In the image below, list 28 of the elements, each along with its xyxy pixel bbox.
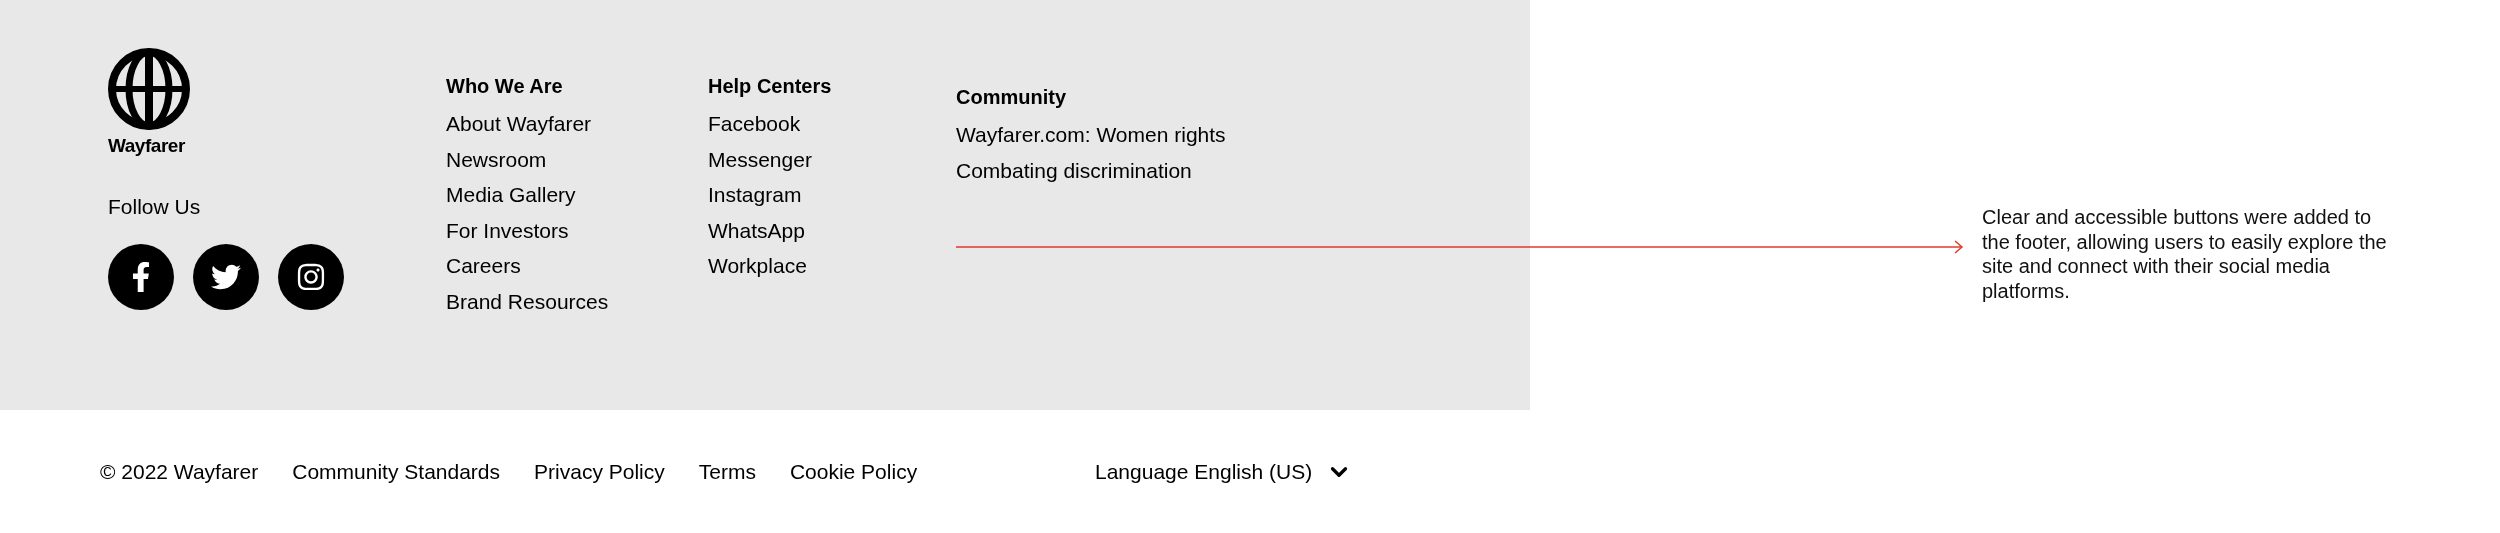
footer-link[interactable]: Newsroom bbox=[446, 141, 547, 178]
column-heading: Who We Are bbox=[446, 74, 563, 98]
footer-link[interactable]: Combating discrimination bbox=[956, 152, 1192, 189]
footer-link[interactable]: WhatsApp bbox=[708, 212, 805, 249]
legal-link[interactable]: Cookie Policy bbox=[789, 455, 918, 488]
legal-link[interactable]: Privacy Policy bbox=[534, 455, 665, 488]
footer-link[interactable]: Facebook bbox=[708, 106, 801, 142]
footer-link[interactable]: Wayfarer.com: Women rights bbox=[956, 117, 1226, 153]
footer-link[interactable]: Careers bbox=[446, 248, 521, 284]
legal-link[interactable]: Community Standards bbox=[292, 455, 501, 488]
camera-icon bbox=[296, 262, 326, 292]
annotation-text: Clear and accessible buttons were added to the footer, allowing users to easily explore the site and connect with their social media platforms. bbox=[1982, 205, 2388, 303]
footer-link[interactable]: Brand Resources bbox=[446, 283, 609, 320]
legal-link[interactable]: Terms bbox=[698, 455, 756, 488]
footer-link[interactable]: Media Gallery bbox=[446, 177, 576, 213]
globe-logo-icon bbox=[108, 48, 190, 130]
footer-link[interactable]: About Wayfarer bbox=[446, 106, 592, 142]
bird-icon bbox=[211, 262, 241, 292]
footer-link[interactable]: Instagram bbox=[708, 177, 802, 213]
footer-link[interactable]: Messenger bbox=[708, 141, 812, 178]
copyright-text: © 2022 Wayfarer bbox=[100, 458, 259, 485]
logo-text: Wayfarer bbox=[108, 134, 186, 158]
column-heading: Community bbox=[956, 85, 1066, 109]
follow-us-label: Follow Us bbox=[108, 193, 202, 220]
footer-link[interactable]: For Investors bbox=[446, 212, 569, 249]
language-selector[interactable]: Language English (US) bbox=[1095, 455, 1353, 488]
footer-link[interactable]: Workplace bbox=[708, 248, 807, 284]
column-heading: Help Centers bbox=[708, 74, 832, 98]
